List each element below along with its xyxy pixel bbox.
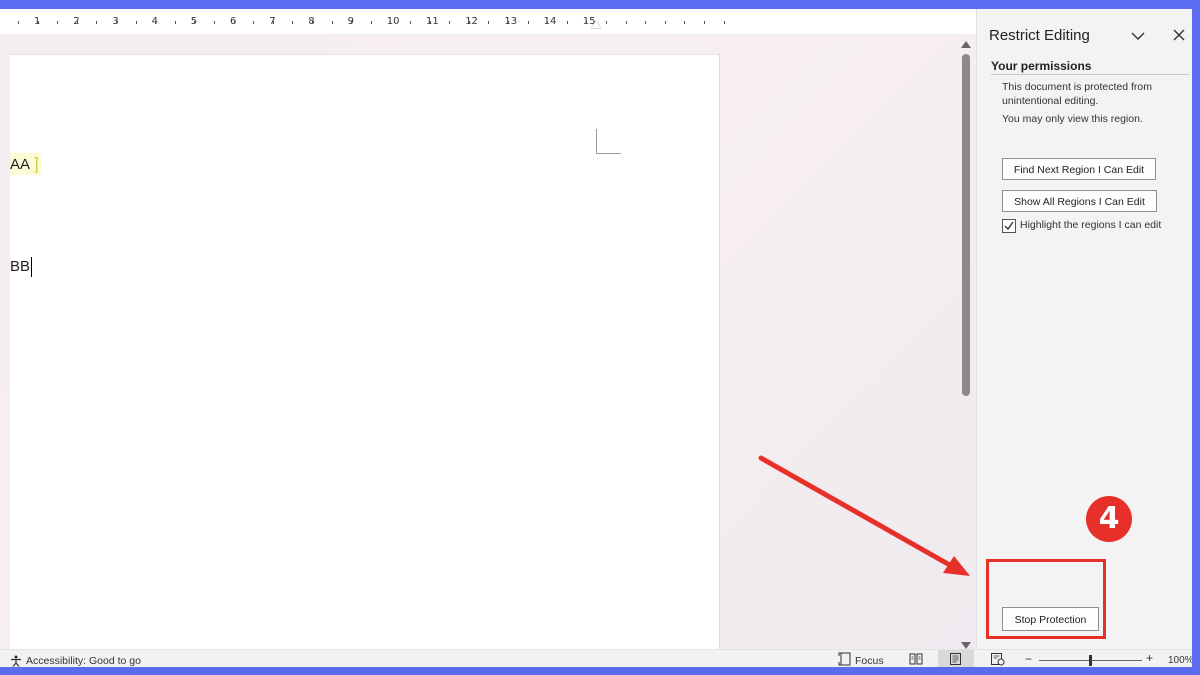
line1-text[interactable]: AA — [10, 156, 30, 173]
permissions-heading: Your permissions — [991, 59, 1092, 73]
annotation-highlight-box — [986, 559, 1106, 639]
ruler-tick — [214, 21, 215, 24]
focus-icon[interactable] — [838, 652, 852, 666]
region-bracket: ] — [34, 154, 39, 173]
ruler-tick — [547, 21, 548, 24]
ruler-tick — [116, 21, 117, 24]
close-icon[interactable] — [1171, 27, 1187, 43]
checkmark-icon — [1004, 221, 1014, 231]
ruler-tick — [626, 21, 627, 24]
ruler-tick — [469, 21, 470, 24]
ruler-number: 12 — [465, 16, 478, 27]
highlight-checkbox[interactable] — [1002, 219, 1016, 233]
ruler-tick — [528, 21, 529, 24]
zoom-level[interactable]: 100% — [1168, 655, 1192, 666]
ruler-tick — [371, 21, 372, 24]
ruler-tick — [586, 21, 587, 24]
ruler-tick — [684, 21, 685, 24]
ruler-tick — [18, 21, 19, 24]
right-indent-marker[interactable] — [591, 21, 601, 28]
document-page[interactable]: AA] BB — [10, 54, 720, 667]
show-all-regions-button[interactable]: Show All Regions I Can Edit — [1002, 190, 1157, 212]
ruler-tick — [390, 21, 391, 24]
ruler-tick — [155, 21, 156, 24]
view-only-message: You may only view this region. — [1002, 113, 1143, 125]
ruler-tick — [449, 21, 450, 24]
find-next-region-button[interactable]: Find Next Region I Can Edit — [1002, 158, 1156, 180]
ruler-tick — [351, 21, 352, 24]
status-bar: Accessibility: Good to go Focus − + 100% — [0, 649, 1192, 667]
step-number-badge: 4 — [1086, 496, 1132, 542]
ruler-tick — [724, 21, 725, 24]
ruler-tick — [665, 21, 666, 24]
ruler-tick — [508, 21, 509, 24]
ruler-tick — [488, 21, 489, 24]
print-layout-button[interactable] — [938, 650, 974, 667]
editable-region-text[interactable]: AA] — [10, 153, 41, 175]
protection-message: This document is protected from unintent… — [1002, 81, 1152, 107]
accessibility-text: Accessibility: Good to go — [26, 655, 141, 667]
print-layout-icon — [950, 653, 961, 665]
ruler-tick — [567, 21, 568, 24]
annotation-arrow — [758, 455, 970, 576]
ruler-tick — [57, 21, 58, 24]
zoom-in-button[interactable]: + — [1146, 651, 1153, 665]
ruler-tick — [175, 21, 176, 24]
scroll-down-icon[interactable] — [961, 642, 971, 649]
ruler-tick — [253, 21, 254, 24]
ruler-tick — [77, 21, 78, 24]
ruler-tick — [704, 21, 705, 24]
zoom-slider-thumb[interactable] — [1089, 655, 1092, 666]
section-divider — [991, 74, 1189, 75]
focus-button[interactable]: Focus — [855, 655, 884, 667]
ruler-tick — [96, 21, 97, 24]
ruler-tick — [312, 21, 313, 24]
ruler-tick — [136, 21, 137, 24]
ruler-number: 13 — [504, 16, 518, 27]
read-mode-icon[interactable] — [909, 653, 923, 665]
margin-corner-mark — [596, 129, 621, 154]
ruler-tick — [645, 21, 646, 24]
zoom-out-button[interactable]: − — [1025, 652, 1032, 666]
ruler-tick — [38, 21, 39, 24]
scrollbar-thumb[interactable] — [962, 54, 970, 396]
restrict-editing-pane: Restrict Editing Your permissions This d… — [976, 9, 1192, 649]
ruler-tick — [273, 21, 274, 24]
ruler-number: 10 — [386, 16, 400, 27]
accessibility-icon — [11, 655, 21, 667]
ruler-number: 14 — [543, 16, 557, 27]
ruler-tick — [606, 21, 607, 24]
web-layout-icon[interactable] — [991, 653, 1005, 666]
ruler-number: 11 — [426, 16, 439, 27]
ruler-tick — [234, 21, 235, 24]
ruler-tick — [410, 21, 411, 24]
ruler-tick — [194, 21, 195, 24]
pane-title: Restrict Editing — [989, 27, 1090, 44]
text-cursor — [31, 257, 33, 278]
line2-text[interactable]: BB — [10, 258, 30, 275]
scroll-up-icon[interactable] — [961, 41, 971, 48]
highlight-label: Highlight the regions I can edit — [1020, 219, 1162, 231]
chevron-down-icon[interactable] — [1129, 27, 1147, 45]
horizontal-ruler[interactable]: 123456789101112131415 — [0, 9, 976, 35]
ruler-tick — [292, 21, 293, 24]
protected-text[interactable]: BB — [10, 256, 33, 278]
ruler-tick — [332, 21, 333, 24]
ruler-tick — [430, 21, 431, 24]
